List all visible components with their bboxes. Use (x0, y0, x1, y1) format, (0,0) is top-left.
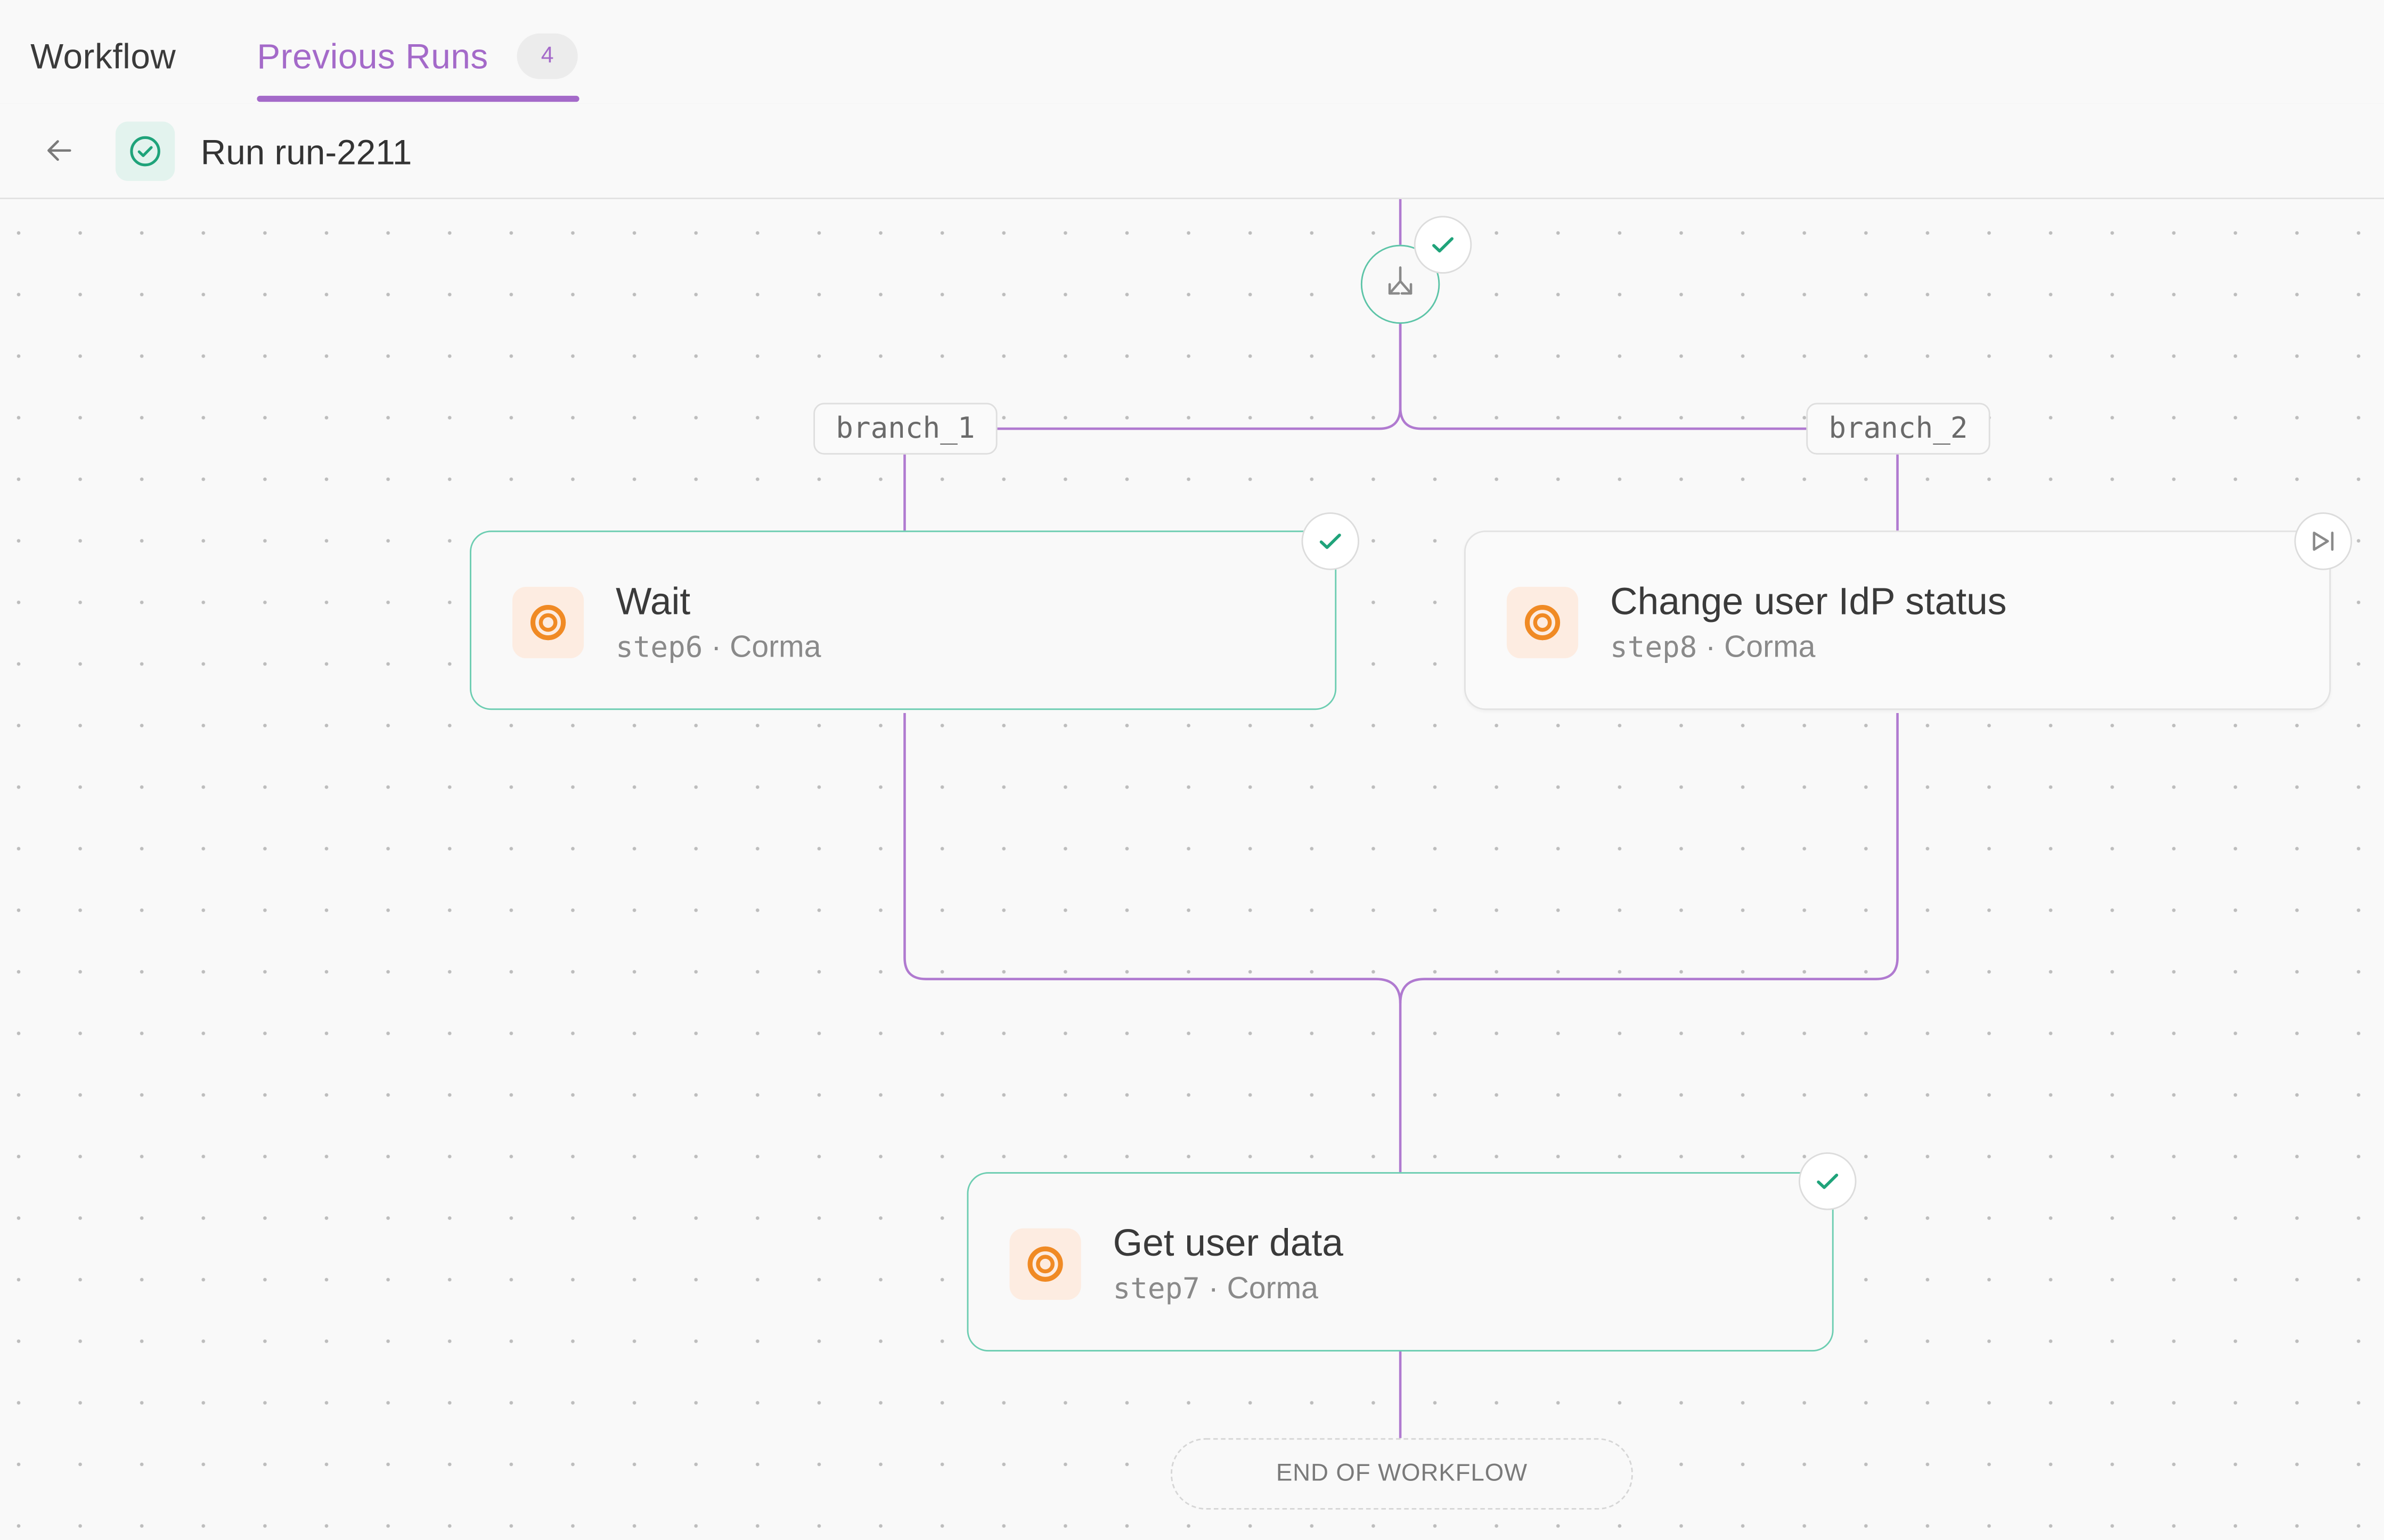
step-id: step7 (1113, 1272, 1200, 1306)
branch-2-label: branch_2 (1806, 403, 1990, 455)
app-root: Workflow Previous Runs 4 Run run-2211 br… (0, 0, 2384, 1540)
step-card-change-user-idp-status[interactable]: Change user IdP status step8 · Corma (1464, 530, 2331, 710)
corma-logo-icon (512, 586, 584, 659)
step-subtitle: step7 · Corma (1113, 1269, 1318, 1309)
step-title: Wait (616, 580, 691, 624)
step-integration: Corma (1724, 630, 1816, 665)
step-subtitle: step6 · Corma (616, 628, 821, 667)
step-integration: Corma (730, 630, 821, 665)
step-wait-status-badge (1301, 512, 1360, 570)
check-icon (1817, 1173, 1839, 1189)
step-integration: Corma (1227, 1272, 1318, 1306)
check-icon (1319, 534, 1341, 549)
step-title: Get user data (1113, 1222, 1343, 1265)
step-get-user-data-status-badge (1798, 1152, 1857, 1210)
step-change-idp-status-badge (2294, 512, 2353, 570)
step-card-wait[interactable]: Wait step6 · Corma (470, 530, 1337, 710)
skip-icon (2313, 531, 2334, 551)
corma-logo-icon (1009, 1228, 1081, 1300)
step-separator: · (703, 630, 730, 665)
step-id: step8 (1610, 630, 1697, 665)
branch-1-label: branch_1 (813, 403, 998, 455)
branch-node-status-badge (1414, 216, 1472, 274)
end-of-workflow-marker: END OF WORKFLOW (1171, 1438, 1633, 1510)
step-separator: · (1199, 1272, 1227, 1306)
step-title: Change user IdP status (1610, 580, 2007, 624)
check-icon (1432, 237, 1454, 253)
step-id: step6 (616, 630, 703, 665)
corma-logo-icon (1506, 586, 1579, 659)
step-card-get-user-data[interactable]: Get user data step7 · Corma (967, 1172, 1834, 1352)
step-separator: · (1697, 630, 1725, 665)
split-arrows-icon (1388, 266, 1413, 295)
step-subtitle: step8 · Corma (1610, 628, 1815, 667)
